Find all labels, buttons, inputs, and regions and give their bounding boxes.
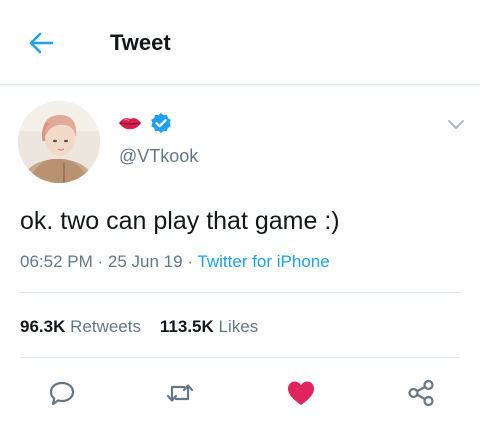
chevron-down-icon xyxy=(448,120,464,129)
divider xyxy=(20,292,460,293)
author-name-row[interactable] xyxy=(118,110,172,136)
profile-photo xyxy=(18,101,100,183)
tweet-date: 25 Jun 19 xyxy=(107,252,183,271)
verified-badge-icon xyxy=(151,113,171,133)
lips-emoji xyxy=(119,118,141,130)
retweet-icon xyxy=(166,384,194,402)
tweet-text: ok. two can play that game :) xyxy=(20,207,340,235)
tweet-meta: 06:52 PM · 25 Jun 19 · Twitter for iPhon… xyxy=(20,251,330,273)
retweets-label: Retweets xyxy=(70,317,141,336)
reply-button[interactable] xyxy=(44,375,80,411)
avatar[interactable] xyxy=(18,101,100,183)
tweet-actions-bar xyxy=(0,370,480,416)
meta-separator: · xyxy=(187,252,193,271)
tweet-time: 06:52 PM xyxy=(20,252,93,271)
likes-stat[interactable]: 113.5K Likes xyxy=(160,317,258,336)
arrow-left-icon xyxy=(29,32,54,54)
author-handle[interactable]: @VTkook xyxy=(119,145,198,167)
likes-label: Likes xyxy=(218,317,259,336)
share-icon xyxy=(408,379,434,407)
engagement-stats: 96.3K Retweets 113.5K Likes xyxy=(20,316,258,338)
likes-count: 113.5K xyxy=(159,317,214,336)
retweet-button[interactable] xyxy=(162,375,198,411)
reply-icon xyxy=(49,381,75,406)
heart-icon xyxy=(288,381,314,405)
retweets-count: 96.3K xyxy=(20,317,66,336)
back-button[interactable] xyxy=(26,28,56,58)
retweets-stat[interactable]: 96.3K Retweets xyxy=(20,317,141,336)
tweet-menu-button[interactable] xyxy=(442,112,470,136)
meta-separator: · xyxy=(97,252,104,271)
like-button[interactable] xyxy=(283,375,319,411)
share-button[interactable] xyxy=(403,375,439,411)
page-title: Tweet xyxy=(110,30,171,55)
tweet-source-link[interactable]: Twitter for iPhone xyxy=(197,252,329,271)
top-bar: Tweet xyxy=(0,0,480,85)
divider xyxy=(20,357,460,358)
